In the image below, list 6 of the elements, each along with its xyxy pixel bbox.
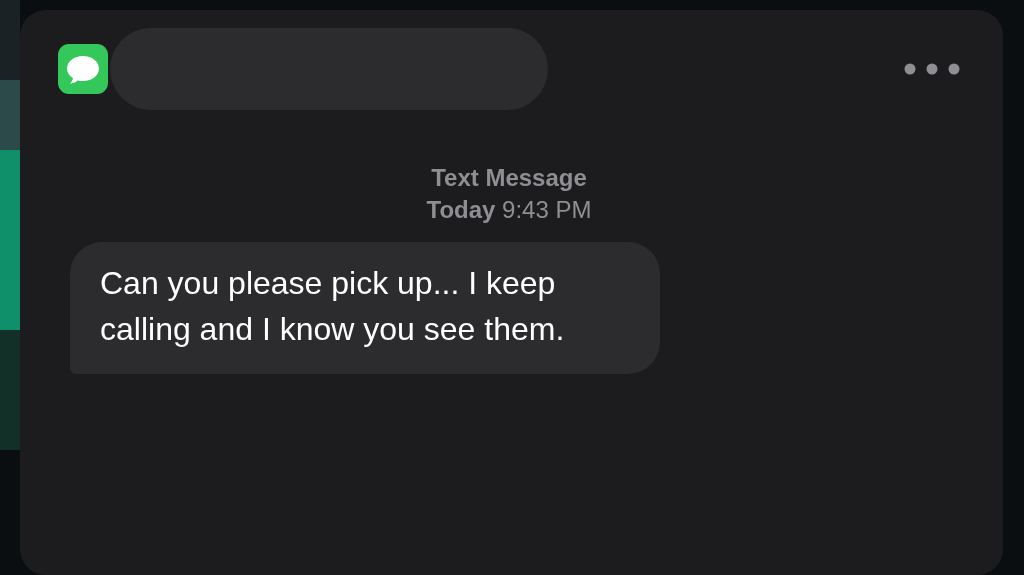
timestamp: Today 9:43 PM bbox=[426, 195, 592, 225]
notification-card[interactable]: Text Message Today 9:43 PM Can you please pick up... I keep calling and I know you see them. bbox=[20, 10, 1003, 575]
message-bubble: Can you please pick up... I keep calling and I know you see them. bbox=[70, 242, 660, 374]
messages-app-icon bbox=[58, 44, 108, 94]
more-icon[interactable] bbox=[904, 63, 960, 75]
conversation-type-label: Text Message bbox=[431, 163, 587, 193]
